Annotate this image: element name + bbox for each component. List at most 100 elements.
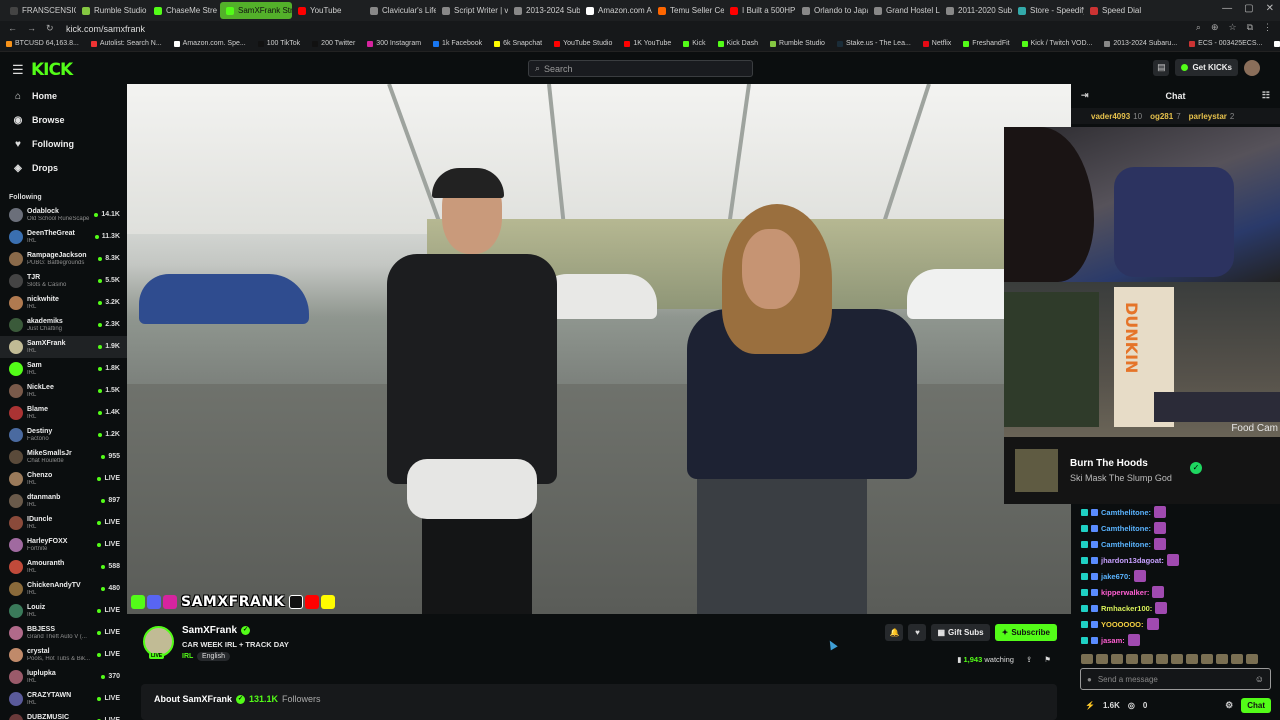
emoji-icon[interactable]: ☺ (1255, 674, 1264, 684)
user-avatar[interactable] (1244, 59, 1260, 76)
followed-channel[interactable]: MikeSmallsJr Chat Roulette 955 (0, 446, 127, 468)
gift-subs-button[interactable]: ▦ Gift Subs (931, 624, 990, 641)
chat-username[interactable]: jasam: (1101, 636, 1125, 645)
browser-tab[interactable]: Temu Seller Cente (652, 2, 724, 19)
followed-channel[interactable]: Amouranth IRL 588 (0, 556, 127, 578)
followed-channel[interactable]: Sam IRL 1.8K (0, 358, 127, 380)
bookmark-item[interactable]: Kick (683, 40, 706, 47)
zoom-icon[interactable]: ⊕ (1211, 22, 1219, 33)
chat-username[interactable]: Camthelitone: (1101, 540, 1151, 549)
chat-message-input[interactable]: ● Send a message ☺ (1080, 668, 1271, 690)
hamburger-menu-icon[interactable]: ☰ (12, 62, 24, 78)
followed-channel[interactable]: SamXFrank IRL 1.9K (0, 336, 127, 358)
report-icon[interactable]: ⚑ (1044, 655, 1051, 664)
sidebar-item-browse[interactable]: ◉ Browse (0, 108, 127, 132)
sidebar-item-home[interactable]: ⌂ Home (0, 84, 127, 108)
menu-icon[interactable]: ⋮ (1263, 22, 1272, 33)
theatre-mode-icon[interactable]: ▤ (1153, 59, 1170, 76)
bookmark-item[interactable]: 2013-2024 Subaru... (1104, 40, 1177, 47)
followed-channel[interactable]: dtanmanb IRL 897 (0, 490, 127, 512)
followed-channel[interactable]: ChickenAndyTV IRL 480 (0, 578, 127, 600)
collapse-chat-icon[interactable]: ⇥ (1081, 90, 1089, 101)
kick-logo[interactable]: KICK (31, 60, 73, 80)
share-icon[interactable]: ⇪ (1026, 655, 1032, 664)
bookmark-item[interactable]: 1K YouTube (624, 40, 671, 47)
followed-channel[interactable]: DUBZMUSICIRLLIVE (0, 710, 127, 720)
browser-tab[interactable]: 2013-2024 Subaru (508, 2, 580, 19)
top-gifter[interactable]: vader4093 10 (1091, 112, 1142, 121)
followed-channel[interactable]: Destiny Factorio 1.2K (0, 424, 127, 446)
top-gifter[interactable]: parleystar 2 (1189, 112, 1235, 121)
kicks-icon[interactable]: ◎ (1128, 701, 1135, 710)
bookmark-item[interactable]: 100 TikTok (257, 40, 300, 47)
bookmark-item[interactable]: YouTube Studio (554, 40, 612, 47)
browser-tab[interactable]: SamXFrank Stream (220, 2, 292, 19)
chat-username[interactable]: Camthelitone: (1101, 508, 1151, 517)
chat-username[interactable]: jhardon13dagoat: (1101, 556, 1164, 565)
bookmark-item[interactable]: FreshandFit (963, 40, 1010, 47)
back-icon[interactable]: ← (8, 23, 17, 34)
notification-bell-icon[interactable]: 🔔 (885, 624, 904, 641)
sidebar-item-following[interactable]: ♥ Following (0, 132, 127, 156)
bookmark-item[interactable]: Autolist: Search N... (90, 40, 162, 47)
browser-tab[interactable]: Store - Speedify (1012, 2, 1084, 19)
follow-heart-icon[interactable]: ♥ (908, 624, 927, 641)
browser-tab[interactable]: ChaseMe Stre (148, 2, 220, 19)
bookmark-item[interactable]: Kick / Twitch VOD... (1021, 40, 1092, 47)
bookmark-item[interactable]: 200 Twitter (312, 40, 355, 47)
chat-username[interactable]: YOOOOOO: (1101, 620, 1144, 629)
followed-channel[interactable]: IDuncle IRL LIVE (0, 512, 127, 534)
sidebar-item-drops[interactable]: ◈ Drops (0, 156, 127, 180)
browser-tab[interactable]: Amazon.com As (580, 2, 652, 19)
browser-tab[interactable]: FRANSCENSION (4, 2, 76, 19)
bookmark-item[interactable]: BTCUSD 64,163.8... (6, 40, 79, 47)
send-chat-button[interactable]: Chat (1241, 698, 1271, 713)
followed-channel[interactable]: DeenTheGreat IRL 11.3K (0, 226, 127, 248)
subscribe-button[interactable]: ✦ Subscribe (994, 624, 1057, 641)
followed-channel[interactable]: Louiz IRL LIVE (0, 600, 127, 622)
bookmark-item[interactable]: 1k Facebook (433, 40, 482, 47)
followed-channel[interactable]: crystal Pools, Hot Tubs & Bik... LIVE (0, 644, 127, 666)
channel-name[interactable]: SamXFrank (182, 625, 237, 636)
chat-username[interactable]: jake670: (1101, 572, 1131, 581)
url-input[interactable]: kick.com/samxfrank (62, 24, 145, 34)
browser-tab[interactable]: YouTube (292, 2, 364, 19)
bookmark-item[interactable]: Amazon.com. Spe... (173, 40, 246, 47)
followed-channel[interactable]: HarleyFOXX Fortnite LIVE (0, 534, 127, 556)
followed-channel[interactable]: Chenzo IRL LIVE (0, 468, 127, 490)
forward-icon[interactable]: → (27, 23, 36, 34)
video-player[interactable]: SAMXFRANK (127, 84, 1071, 614)
chat-username[interactable]: kipperwalker: (1101, 588, 1149, 597)
followed-channel[interactable]: NickLee IRL 1.5K (0, 380, 127, 402)
followed-channel[interactable]: RampageJackson PUBG: Battlegrounds 8.3K (0, 248, 127, 270)
followed-channel[interactable]: nickwhite IRL 3.2K (0, 292, 127, 314)
stream-category[interactable]: IRL (182, 653, 193, 660)
chat-users-icon[interactable]: ☷ (1262, 90, 1270, 101)
browser-tab[interactable]: Clavicular's Life is (364, 2, 436, 19)
search-icon[interactable]: ⌕ (1196, 22, 1201, 33)
bookmark-item[interactable]: Netflix (922, 40, 951, 47)
language-tag[interactable]: English (197, 652, 230, 661)
bookmark-star-icon[interactable]: ☆ (1228, 22, 1236, 33)
followed-channel[interactable]: Odablock Old School RuneScape 14.1K (0, 204, 127, 226)
followed-channel[interactable]: CRAZYTAWN IRL LIVE (0, 688, 127, 710)
maximize-icon[interactable]: ▢ (1244, 3, 1253, 14)
reload-icon[interactable]: ↻ (46, 23, 54, 34)
bookmark-item[interactable]: Kick Dash (717, 40, 758, 47)
bookmark-item[interactable]: Rumble Studio (770, 40, 825, 47)
bookmark-item[interactable]: 300 Instagram (367, 40, 421, 47)
bookmark-item[interactable]: Stake.us - The Lea... (836, 40, 911, 47)
extensions-icon[interactable]: ⧉ (1247, 22, 1253, 33)
bookmark-item[interactable]: 6k Snapchat (494, 40, 542, 47)
browser-tab[interactable]: 2011-2020 Subaru (940, 2, 1012, 19)
followed-channel[interactable]: Blame IRL 1.4K (0, 402, 127, 424)
followed-channel[interactable]: BBJESS Grand Theft Auto V (... LIVE (0, 622, 127, 644)
search-input[interactable]: ⌕ Search (528, 60, 753, 77)
bookmark-item[interactable]: FRANSCENSION (1274, 40, 1280, 47)
get-kicks-button[interactable]: Get KICKs (1175, 59, 1238, 76)
browser-tab[interactable]: I Built a 500HP Ex (724, 2, 796, 19)
followed-channel[interactable]: TJR Slots & Casino 5.5K (0, 270, 127, 292)
browser-tab[interactable]: Grand Hostel LDN (868, 2, 940, 19)
followed-channel[interactable]: akademiks Just Chatting 2.3K (0, 314, 127, 336)
browser-tab[interactable]: Script Writer | vid (436, 2, 508, 19)
